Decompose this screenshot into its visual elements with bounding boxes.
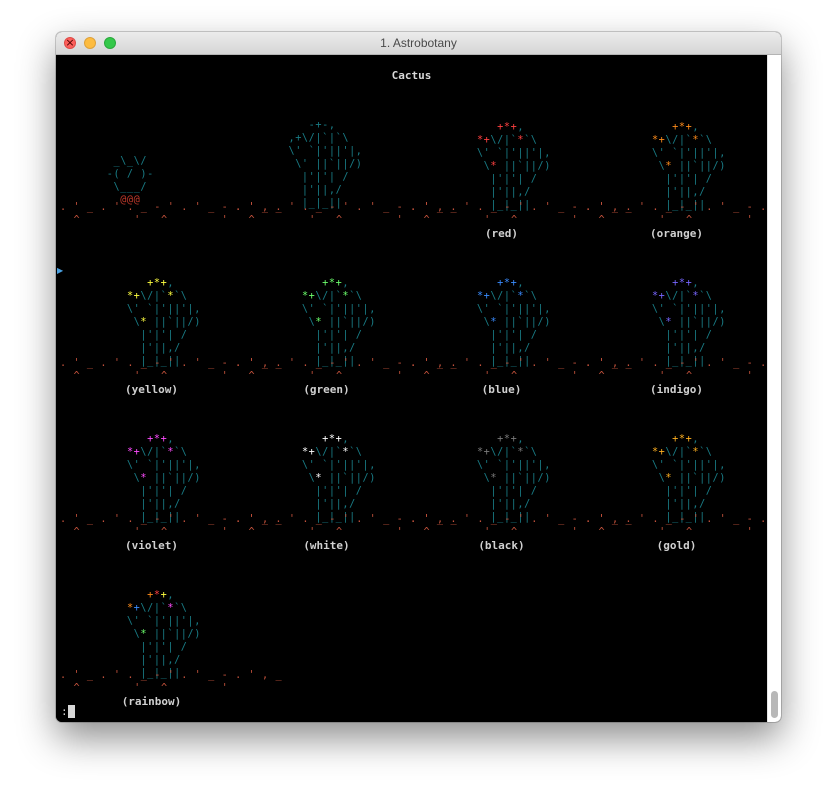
stage-label: (black)	[478, 539, 525, 552]
flowering-cactus-art: +*+, *+\/|`*`\ \' `|'||'|, \* ||`||/) |'…	[126, 278, 202, 367]
ground-line: . ' _ . ' . _ - ' . ' _ - . ' , _ ^ ' ^ …	[585, 514, 780, 538]
flowering-cactus-art: +*+, *+\/|`*`\ \' `|'||'|, \* ||`||/) |'…	[301, 434, 377, 523]
young-cactus-art: -+-, ,+\/|`|`\ \' `|'||'|, \' ||`||/) |'…	[288, 120, 363, 209]
stage-label: (yellow)	[125, 383, 178, 396]
scrollbar-thumb[interactable]	[771, 691, 778, 718]
flowering-cactus-art: +*+, *+\/|`*`\ \' `|'||'|, \* ||`||/) |'…	[301, 278, 377, 367]
flowering-cactus-art: +*+, *+\/|`*`\ \' `|'||'|, \* ||`||/) |'…	[651, 434, 727, 523]
flowering-cactus-art: +*+, *+\/|`*`\ \' `|'||'|, \* ||`||/) |'…	[476, 122, 552, 211]
stage-label: (red)	[484, 227, 519, 240]
stage-label: (white)	[303, 539, 350, 552]
stage-label: (blue)	[481, 383, 522, 396]
title-bar: 1. Astrobotany	[56, 32, 781, 55]
flowering-cactus-art: +*+, *+\/|`*`\ \' `|'||'|, \* ||`||/) |'…	[126, 590, 202, 679]
stage-label: (rainbow)	[121, 695, 182, 708]
stage-label: (orange)	[650, 227, 703, 240]
stage-label: (indigo)	[650, 383, 703, 396]
ground-line: . ' _ . ' . _ - ' . ' _ - . ' , _ ^ ' ^ …	[585, 202, 780, 226]
mark-triangle-icon: ▶	[57, 266, 64, 275]
ground-line: . ' _ . ' . _ - ' . ' _ - . ' , _ ^ ' ^ …	[585, 358, 780, 382]
window-title: 1. Astrobotany	[380, 36, 457, 50]
stage-label: (violet)	[125, 539, 178, 552]
flowering-cactus-art: +*+, *+\/|`*`\ \' `|'||'|, \* ||`||/) |'…	[476, 434, 552, 523]
page-title: Cactus	[391, 69, 432, 82]
flowering-cactus-art: +*+, *+\/|`*`\ \' `|'||'|, \* ||`||/) |'…	[651, 122, 727, 211]
terminal-window: 1. Astrobotany Cactus ▶ : _\_\/ -( / )- …	[56, 32, 781, 722]
ground-line: . ' _ . ' . _ - ' . ' _ - . ' , _ ^ ' ^ …	[60, 670, 283, 694]
terminal-content[interactable]: Cactus ▶ : _\_\/ -( / )- \___/ @@@. ' _ …	[56, 55, 780, 722]
seedling-art: _\_\/ -( / )- \___/ @@@	[106, 156, 154, 206]
flowering-cactus-art: +*+, *+\/|`*`\ \' `|'||'|, \* ||`||/) |'…	[476, 278, 552, 367]
flowering-cactus-art: +*+, *+\/|`*`\ \' `|'||'|, \* ||`||/) |'…	[126, 434, 202, 523]
stage-label: (green)	[303, 383, 350, 396]
stage-label: (gold)	[656, 539, 697, 552]
vertical-scrollbar[interactable]	[767, 55, 781, 722]
flowering-cactus-art: +*+, *+\/|`*`\ \' `|'||'|, \* ||`||/) |'…	[651, 278, 727, 367]
